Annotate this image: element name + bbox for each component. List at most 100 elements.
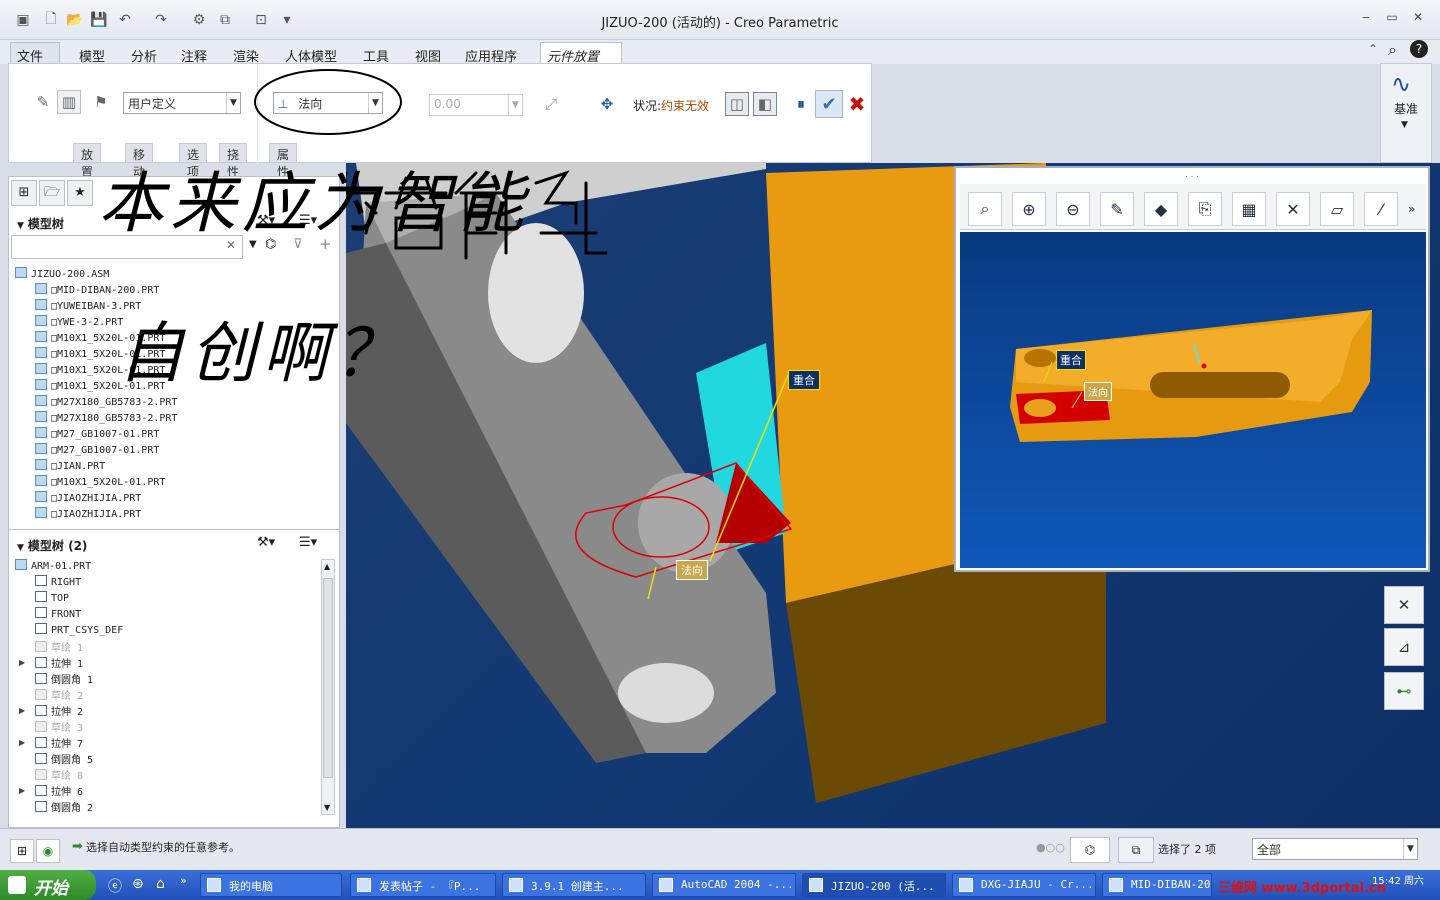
tree-item[interactable]: □M27X180_GB5783-2.PRT (35, 411, 177, 427)
tree-item[interactable]: 拉伸 6 (35, 783, 83, 799)
tree-item[interactable]: □JIAN.PRT (35, 459, 105, 475)
confirm-check-icon[interactable]: ✔ (815, 90, 843, 118)
tree-item[interactable]: 倒圆角 2 (35, 799, 93, 815)
constraint-set-select[interactable]: 用户定义 ▼ (123, 92, 241, 114)
scroll-up-icon[interactable]: ▲ (324, 562, 330, 571)
constraint-label-coincident[interactable]: 重合 (788, 370, 820, 390)
separate-window-icon[interactable]: ◫ (725, 92, 749, 116)
search-icon[interactable]: ⌕ (1388, 40, 1397, 60)
axis-display-icon[interactable]: ⁄ (1364, 192, 1398, 226)
assembly-window-icon[interactable]: ◧ (753, 92, 777, 116)
zoom-in-icon[interactable]: ⊕ (1012, 192, 1046, 226)
tree-settings-icon[interactable]: ⚒▾ (257, 535, 275, 550)
show-columns-icon[interactable]: ☰▾ (299, 535, 317, 550)
tree-item[interactable]: ARM-01.PRT (15, 559, 91, 575)
taskbar-item[interactable]: 3.9.1 创建主... (502, 873, 646, 897)
taskbar-item[interactable]: 发表帖子 - 『P... (350, 873, 496, 897)
component-window[interactable]: . . . ⌕ ⊕ ⊖ ✎ ◆ ⎘ ▦ ✕ ▱ ⁄ » 重合 法向 (954, 166, 1430, 572)
datum-axis-display-icon[interactable]: ✕ (1384, 586, 1424, 624)
scroll-thumb[interactable] (323, 578, 333, 778)
maximize-button[interactable]: ▭ (1380, 10, 1404, 28)
tree-item[interactable]: PRT_CSYS_DEF (35, 623, 123, 639)
tree-item[interactable]: □JIAOZHIJIA.PRT (35, 507, 141, 523)
subtab-0[interactable]: 放置 (73, 143, 102, 179)
tree-item[interactable]: □M27_GB1007-01.PRT (35, 427, 159, 443)
component-label-coincident[interactable]: 重合 (1056, 350, 1086, 370)
component-label-normal[interactable]: 法向 (1084, 382, 1112, 401)
tab-7[interactable]: 视图 (408, 42, 452, 65)
folder-browser-tab-icon[interactable]: 🗁 (39, 180, 65, 206)
tree-item[interactable]: 拉伸 7 (35, 735, 83, 751)
tree-item[interactable]: JIZUO-200.ASM (15, 267, 109, 283)
view-manager-icon[interactable]: ▦ (1232, 192, 1266, 226)
expand-arrow-icon[interactable]: ▶ (19, 786, 25, 795)
desktop-icon[interactable]: ⌂ (156, 876, 165, 892)
pause-icon[interactable]: ⏸ (789, 92, 813, 116)
taskbar-item[interactable]: JIZUO-200 (活... (802, 873, 946, 897)
ie-icon[interactable]: ⓔ (108, 876, 122, 896)
expand-arrow-icon[interactable]: ▶ (19, 738, 25, 747)
selection-icon[interactable]: ⧉ (1118, 837, 1154, 863)
tree-item[interactable]: □M27_GB1007-01.PRT (35, 443, 159, 459)
zoom-fit-icon[interactable]: ⌕ (968, 192, 1002, 226)
repaint-icon[interactable]: ✎ (1100, 192, 1134, 226)
tab-8[interactable]: 应用程序 (458, 42, 530, 65)
tree-item[interactable]: 拉伸 1 (35, 655, 83, 671)
tab-2[interactable]: 分析 (124, 42, 168, 65)
taskbar-item[interactable]: 我的电脑 (200, 873, 342, 897)
constraint-label-normal[interactable]: 法向 (676, 560, 708, 580)
tree-item[interactable]: 倒圆角 1 (35, 671, 93, 687)
datum-label[interactable]: 基准 (1381, 100, 1431, 117)
datum-curve-icon[interactable]: ∿ (1391, 70, 1411, 98)
selection-filter-select[interactable]: 全部 ▼ (1252, 838, 1418, 860)
display-style-icon[interactable]: ◆ (1144, 192, 1178, 226)
close-button[interactable]: ✕ (1406, 10, 1430, 28)
csys-display-icon[interactable]: ⊿ (1384, 628, 1424, 666)
window-grip[interactable]: . . . (956, 170, 1428, 180)
more-tools-icon[interactable]: » (1408, 202, 1415, 216)
zoom-out-icon[interactable]: ⊖ (1056, 192, 1090, 226)
more-quicklaunch-icon[interactable]: » (180, 874, 187, 887)
move-component-icon[interactable]: ✥ (595, 92, 619, 116)
tab-5[interactable]: 人体模型 (278, 42, 346, 65)
plane-display-icon[interactable]: ▱ (1320, 192, 1354, 226)
cancel-x-icon[interactable]: ✖ (845, 92, 869, 116)
tree-item[interactable]: □JIAOZHIJIA.PRT (35, 491, 141, 507)
tab-0[interactable]: 文件 ▾ (10, 42, 60, 80)
browser-toggle-icon[interactable]: ◉ (36, 839, 60, 863)
scroll-down-icon[interactable]: ▼ (324, 803, 330, 812)
tab-9[interactable]: 元件放置 (540, 42, 622, 65)
tree-item[interactable]: FRONT (35, 607, 81, 623)
minimize-button[interactable]: ‒ (1354, 10, 1378, 28)
tab-6[interactable]: 工具 (356, 42, 400, 65)
tree-item[interactable]: RIGHT (35, 575, 81, 591)
quicklaunch-icon[interactable]: ⊛ (132, 876, 144, 892)
collapse-arrow-icon[interactable]: ▼ (17, 543, 24, 553)
help-icon[interactable]: ? (1410, 40, 1428, 58)
tree-item[interactable]: □M10X1_5X20L-01.PRT (35, 475, 165, 491)
expand-arrow-icon[interactable]: ▶ (19, 706, 25, 715)
tab-1[interactable]: 模型 (72, 42, 116, 65)
point-display-icon[interactable]: ⊷ (1384, 672, 1424, 710)
tree-item[interactable]: 倒圆角 5 (35, 751, 93, 767)
tree-item[interactable]: 草绘 1 (35, 639, 83, 655)
offset-input[interactable]: 0.00 ▼ (429, 94, 523, 116)
tab-3[interactable]: 注释 (174, 42, 218, 65)
model-tree-tab-icon[interactable]: ⊞ (11, 180, 37, 206)
tree-item[interactable]: TOP (35, 591, 69, 607)
constraint-edit-icon[interactable]: ✎ (31, 90, 55, 114)
taskbar-item[interactable]: DXG-JIAJU - Cr... (952, 873, 1096, 897)
tab-4[interactable]: 渲染 (226, 42, 270, 65)
navigator-toggle-icon[interactable]: ⊞ (10, 839, 34, 863)
favorites-tab-icon[interactable]: ★ (67, 180, 93, 206)
tree-item[interactable]: 草绘 8 (35, 767, 83, 783)
taskbar-item[interactable]: AutoCAD 2004 -... (652, 873, 796, 897)
tree-item[interactable]: 草绘 3 (35, 719, 83, 735)
saved-orientations-icon[interactable]: ⎘ (1188, 192, 1222, 226)
tree-item[interactable]: □M27X180_GB5783-2.PRT (35, 395, 177, 411)
datum-display-icon[interactable]: ✕ (1276, 192, 1310, 226)
flag-icon[interactable]: ⚑ (89, 90, 113, 114)
chevron-down-icon[interactable]: ▼ (1401, 120, 1408, 130)
collapse-arrow-icon[interactable]: ▼ (17, 221, 24, 231)
tree-scrollbar[interactable]: ▲ ▼ (321, 559, 335, 815)
